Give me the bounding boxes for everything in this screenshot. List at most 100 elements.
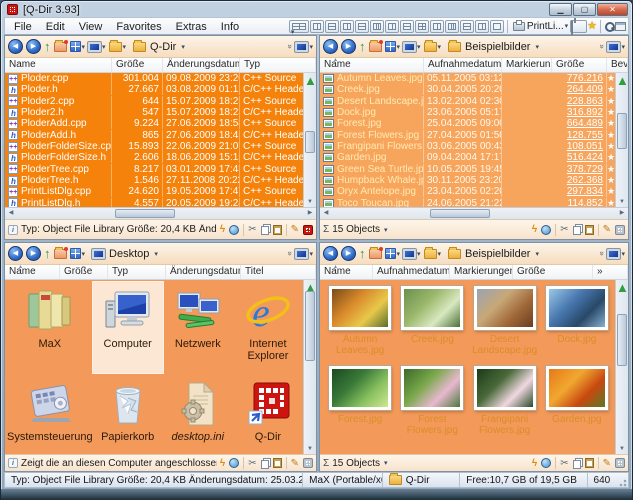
column-header-3[interactable]: Änderungsdatum <box>163 58 240 72</box>
favorites-folder-icon[interactable] <box>54 249 67 259</box>
scrollbar-thumb[interactable] <box>617 113 627 149</box>
toolbar-overflow-button[interactable] <box>598 251 607 255</box>
table-row[interactable]: PloderAdd.cpp9.22427.06.2009 18:58C++ So… <box>5 118 303 129</box>
table-row[interactable]: PloderAdd.h86527.06.2009 18:45C/C++ Head… <box>5 130 303 141</box>
copy-icon[interactable] <box>261 460 269 469</box>
computer-dropdown-button[interactable] <box>403 42 421 52</box>
desktop-item-papierkorb[interactable]: Papierkorb <box>93 375 163 454</box>
up-button[interactable] <box>359 38 366 56</box>
column-header-2[interactable]: Aufnahmedatum <box>424 58 502 72</box>
qdir-pane-focus-icon[interactable] <box>615 225 625 235</box>
address-dropdown[interactable]: Desktop <box>88 247 162 261</box>
folder-options-icon[interactable] <box>229 225 239 235</box>
qdir-pane-focus-icon[interactable] <box>303 458 313 468</box>
paste-icon[interactable] <box>585 458 594 468</box>
favorites-folder-icon[interactable] <box>54 42 67 52</box>
scroll-down-arrow[interactable] <box>304 444 316 454</box>
table-row[interactable]: PloderFolderSize.h2.60618.06.2009 15:15C… <box>5 152 303 163</box>
scrollbar-thumb[interactable] <box>430 209 490 218</box>
copy-icon[interactable] <box>573 460 581 469</box>
table-row[interactable]: Forest Flowers.jpg27.04.2005 01:50128.75… <box>320 130 615 141</box>
scroll-right-arrow[interactable] <box>304 208 316 219</box>
qdir-pane-focus-icon[interactable] <box>615 458 625 468</box>
folder-dropdown-button[interactable] <box>424 249 442 259</box>
menu-info[interactable]: Info <box>214 20 246 34</box>
scroll-up-arrow[interactable] <box>616 280 628 290</box>
layout-button-1[interactable] <box>289 20 309 33</box>
quick-actions-icon[interactable] <box>220 458 225 469</box>
layout-button-14[interactable] <box>490 20 504 33</box>
quick-actions-icon[interactable] <box>532 224 537 235</box>
paste-icon[interactable] <box>273 458 282 468</box>
thumbnail-item-creek-jpg[interactable]: Creek.jpg <box>396 286 468 356</box>
menu-extras[interactable]: Extras <box>169 20 214 34</box>
cut-icon[interactable] <box>560 458 568 469</box>
scrollbar-thumb[interactable] <box>115 209 175 218</box>
column-header-1[interactable]: Name <box>320 58 424 72</box>
cut-icon[interactable] <box>248 224 256 235</box>
pane-select-button[interactable] <box>295 42 313 52</box>
table-row[interactable]: Green Sea Turtle.jpg10.05.2005 19:45378.… <box>320 164 615 175</box>
table-row[interactable]: Garden.jpg09.04.2004 17:17516.424★ <box>320 152 615 163</box>
layout-button-5[interactable] <box>355 20 369 33</box>
desktop-item-desktop-ini[interactable]: desktop.ini <box>163 375 233 454</box>
chevron-down-icon[interactable] <box>384 459 388 467</box>
qdir-pane-focus-icon[interactable] <box>303 225 313 235</box>
horizontal-scrollbar[interactable] <box>320 207 628 219</box>
rename-icon[interactable] <box>291 224 299 235</box>
column-header-4[interactable]: Änderungsdatum <box>166 265 241 279</box>
thumbnail-item-garden-jpg[interactable]: Garden.jpg <box>541 366 613 436</box>
rename-icon[interactable] <box>291 458 299 469</box>
vertical-scrollbar[interactable] <box>303 280 316 454</box>
toolbar-overflow-button[interactable] <box>286 44 295 48</box>
chevron-down-icon[interactable] <box>384 226 388 234</box>
pane-select-button[interactable] <box>607 42 625 52</box>
vertical-scrollbar[interactable] <box>615 280 628 454</box>
forward-button[interactable] <box>26 246 41 261</box>
thumbnail-item-autumn-leaves-jpg[interactable]: Autumn Leaves.jpg <box>324 286 396 356</box>
scroll-up-arrow[interactable] <box>304 280 316 290</box>
horizontal-scrollbar[interactable] <box>5 207 316 219</box>
table-row[interactable]: Humpback Whale.jpg30.11.2005 23:20262.36… <box>320 175 615 186</box>
column-header-2[interactable]: Größe <box>60 265 108 279</box>
layout-button-13[interactable] <box>475 20 489 33</box>
vertical-scrollbar[interactable] <box>615 73 628 207</box>
up-button[interactable] <box>359 245 366 263</box>
address-dropdown[interactable]: Beispielbilder <box>444 247 543 261</box>
layout-button-9[interactable] <box>415 20 429 33</box>
thumbnail-item-frangipani-flowers-jpg[interactable]: Frangipani Flowers.jpg <box>469 366 541 436</box>
favorites-folder-icon[interactable] <box>369 42 382 52</box>
table-row[interactable]: PrintListDlg.cpp24.62019.05.2009 17:47C+… <box>5 186 303 197</box>
table-row[interactable]: Creek.jpg30.04.2005 20:20264.409★ <box>320 84 615 95</box>
desktop-item-max[interactable]: MaX <box>7 282 93 373</box>
thumbnail-item-forest-flowers-jpg[interactable]: Forest Flowers.jpg <box>396 366 468 436</box>
table-row[interactable]: Ploder.cpp301.00409.08.2009 23:20C++ Sou… <box>5 73 303 84</box>
layout-button-10[interactable] <box>430 20 444 33</box>
menu-favorites[interactable]: Favorites <box>109 20 168 34</box>
layout-button-12[interactable] <box>460 20 474 33</box>
maximize-button[interactable]: ▢ <box>573 3 596 16</box>
table-row[interactable]: PloderTree.cpp8.21703.01.2009 17:43C++ S… <box>5 164 303 175</box>
table-row[interactable]: Autumn Leaves.jpg05.11.2005 03:12776.216… <box>320 73 615 84</box>
scroll-left-arrow[interactable] <box>320 208 332 219</box>
thumbnail-item-dock-jpg[interactable]: Dock.jpg <box>541 286 613 356</box>
favorites-star-icon[interactable] <box>587 21 597 32</box>
table-row[interactable]: Oryx Antelope.jpg23.04.2005 02:20297.834… <box>320 186 615 197</box>
view-dropdown-button[interactable] <box>70 41 86 52</box>
scroll-up-arrow[interactable] <box>616 73 628 83</box>
table-row[interactable]: PrintListDlg.h4.55720.05.2009 19:24C/C++… <box>5 198 303 207</box>
scroll-down-arrow[interactable] <box>304 197 316 207</box>
table-row[interactable]: Dock.jpg23.06.2005 05:17316.892★ <box>320 107 615 118</box>
table-row[interactable]: PloderFolderSize.cpp15.89322.06.2009 21:… <box>5 141 303 152</box>
layout-button-7[interactable] <box>385 20 399 33</box>
printlist-dropdown-button[interactable]: PrintLi... <box>511 21 570 32</box>
thumbnail-item-forest-jpg[interactable]: Forest.jpg <box>324 366 396 436</box>
rename-icon[interactable] <box>603 224 611 235</box>
column-header-3[interactable]: Markierungen <box>450 265 513 279</box>
column-header-3[interactable]: Typ <box>108 265 166 279</box>
table-row[interactable]: PloderTree.h1.54627.11.2008 20:22C/C++ H… <box>5 175 303 186</box>
column-header-1[interactable]: Name <box>5 58 112 72</box>
vertical-scrollbar[interactable] <box>303 73 316 207</box>
cut-icon[interactable] <box>560 224 568 235</box>
back-button[interactable] <box>8 246 23 261</box>
